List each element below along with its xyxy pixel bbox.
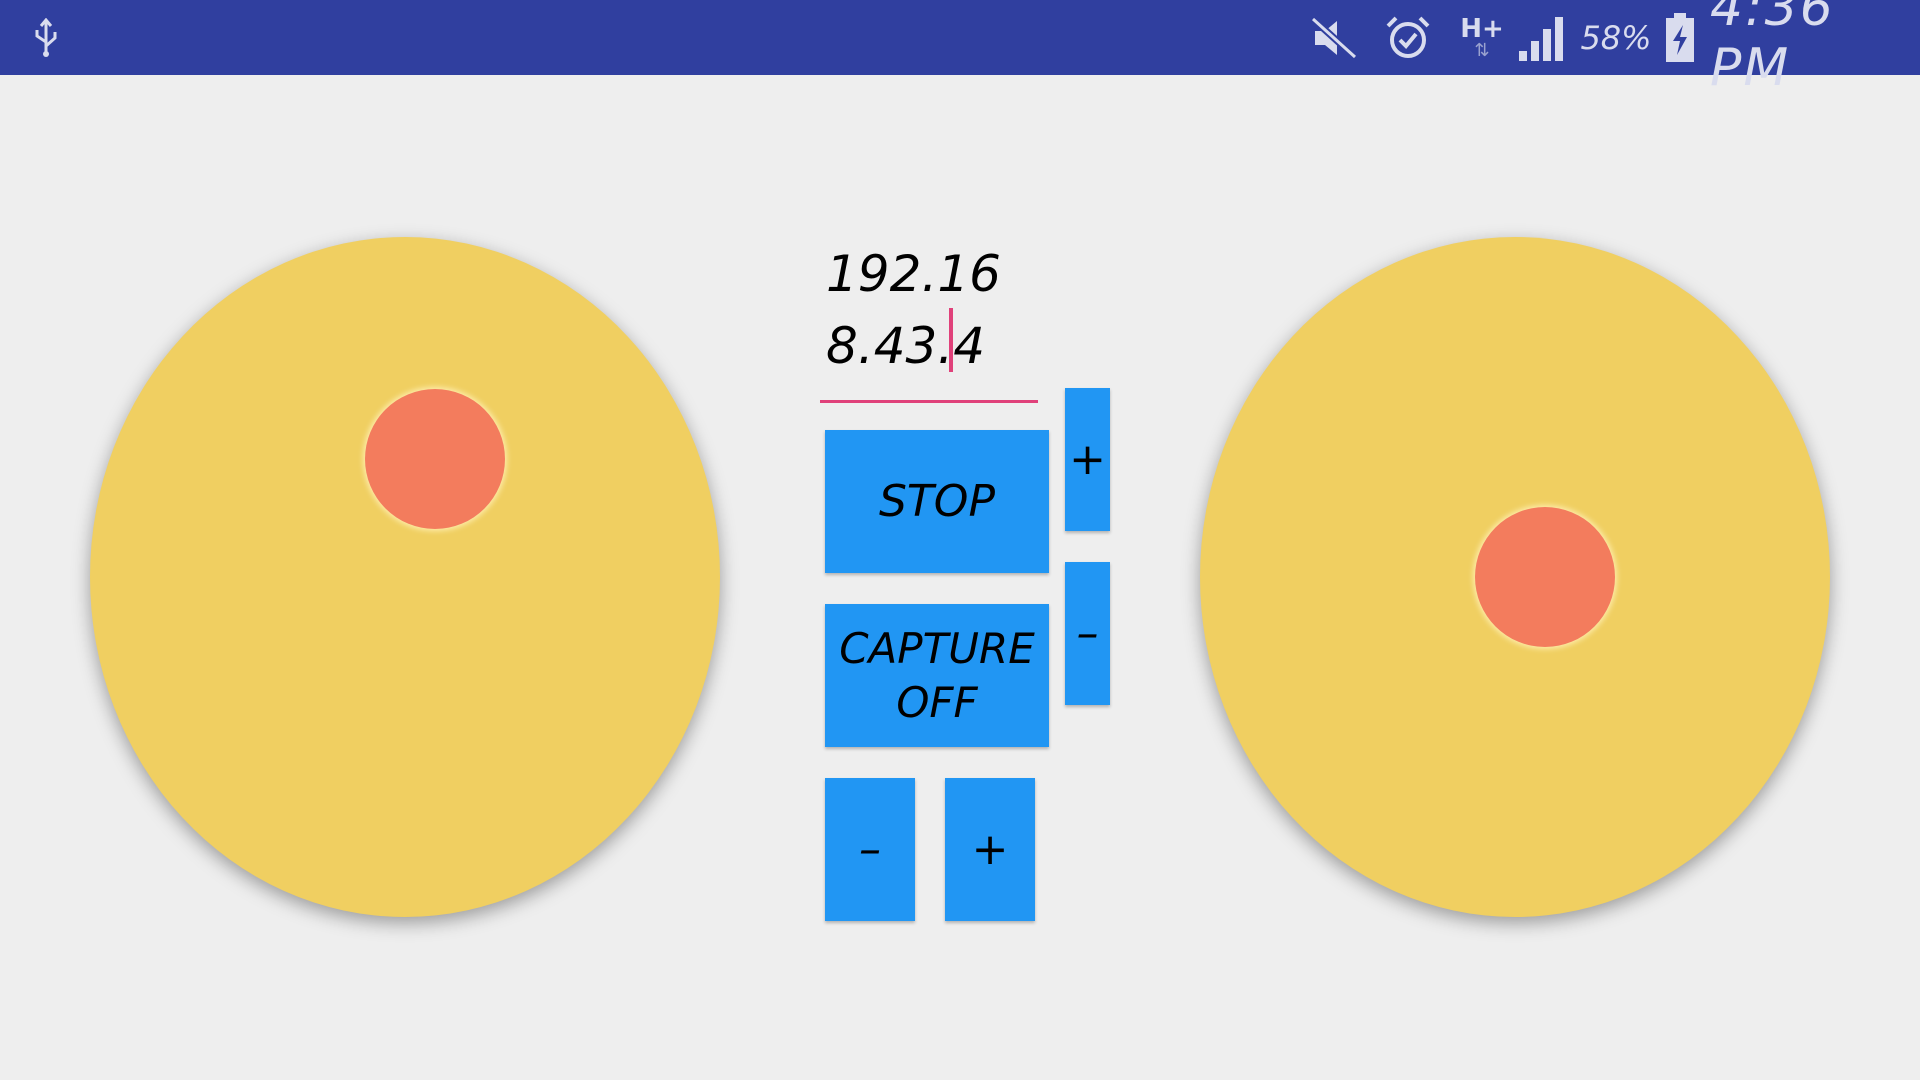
usb-icon — [26, 0, 66, 75]
left-joystick-pad[interactable] — [90, 237, 720, 917]
right-joystick-knob[interactable] — [1475, 507, 1615, 647]
network-type: H+ — [1460, 13, 1504, 44]
capture-toggle-button[interactable]: CAPTURE OFF — [825, 604, 1049, 747]
battery-percent: 58% — [1580, 18, 1652, 57]
right-joystick-pad[interactable] — [1200, 237, 1830, 917]
increase-button[interactable]: + — [1065, 388, 1110, 531]
alarm-icon — [1380, 0, 1436, 75]
data-arrows-icon: ⇅ — [1474, 39, 1490, 61]
decrease-button[interactable]: – — [1065, 562, 1110, 705]
clock-time: 4:36 PM — [1710, 0, 1835, 98]
bottom-minus-button[interactable]: – — [825, 778, 915, 921]
signal-icon — [1514, 0, 1570, 75]
text-cursor — [949, 308, 953, 372]
battery-charging-icon — [1662, 0, 1698, 75]
bottom-plus-button[interactable]: + — [945, 778, 1035, 921]
stop-button[interactable]: STOP — [825, 430, 1049, 573]
mute-icon — [1306, 0, 1362, 75]
left-joystick-knob[interactable] — [365, 389, 505, 529]
ip-address-input[interactable]: 192.168.43.4 — [820, 238, 1038, 403]
status-bar: H+ ⇅ 58% 4:36 PM — [0, 0, 1920, 98]
ip-address-value: 192.168.43.4 — [826, 245, 1001, 375]
network-indicator: H+ ⇅ — [1458, 0, 1506, 75]
